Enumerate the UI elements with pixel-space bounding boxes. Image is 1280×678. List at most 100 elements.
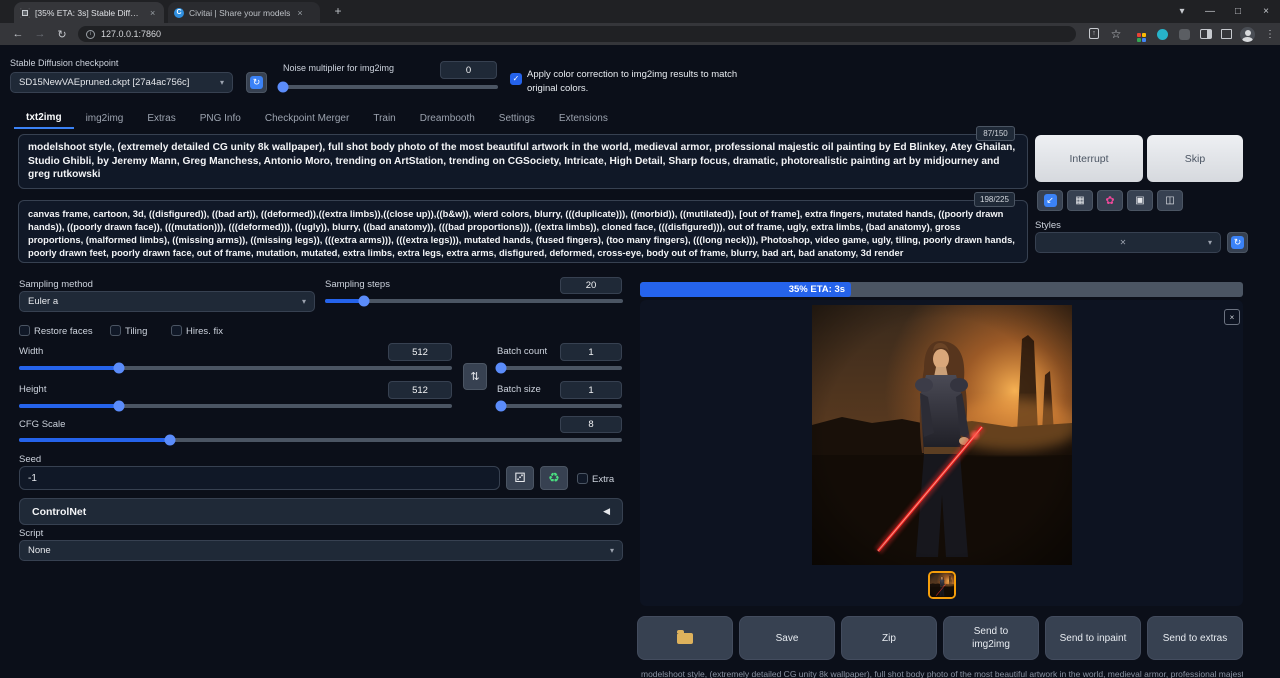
restore-faces-checkbox[interactable] [19,325,30,336]
chevron-down-icon: ▾ [610,546,614,555]
window-chevron-icon[interactable]: ▾ [1168,0,1196,22]
cfg-scale-slider[interactable] [19,438,622,442]
sampling-method-value: Euler a [28,296,58,307]
batch-count-value[interactable]: 1 [560,343,622,361]
reuse-seed-button[interactable]: ♻ [540,466,568,490]
height-slider[interactable] [19,404,452,408]
swap-dimensions-button[interactable]: ⇅ [463,363,487,390]
script-value: None [28,545,51,556]
cfg-scale-value[interactable]: 8 [560,416,622,433]
height-value[interactable]: 512 [388,381,452,399]
tiling-checkbox[interactable] [110,325,121,336]
save-button[interactable]: Save [739,616,835,660]
width-value[interactable]: 512 [388,343,452,361]
apps-grid-glyph [1137,33,1146,42]
batch-size-slider[interactable] [497,404,622,408]
palette-button[interactable]: ✿ [1097,190,1123,211]
output-actions: Save Zip Send to img2img Send to inpaint… [637,616,1243,660]
send-to-inpaint-button[interactable]: Send to inpaint [1045,616,1141,660]
paste-generation-params-button[interactable]: ↙ [1037,190,1063,211]
interrupt-button[interactable]: Interrupt [1035,135,1143,182]
clear-icon[interactable]: ✕ [1120,238,1133,247]
generation-progress-bar: 35% ETA: 3s [640,282,1243,297]
sampling-steps-value[interactable]: 20 [560,277,622,294]
sidebar-panel-icon[interactable] [1200,29,1212,39]
forward-icon[interactable]: → [32,26,48,42]
window-minimize-button[interactable]: — [1196,0,1224,22]
checkpoint-dropdown[interactable]: SD15NewVAEpruned.ckpt [27a4ac756c] ▾ [10,72,233,93]
open-output-folder-button[interactable] [637,616,733,660]
apply-style-icon: ▣ [1135,195,1144,206]
styles-dropdown[interactable]: ✕ ▾ [1035,232,1221,253]
site-info-icon[interactable]: i [86,30,95,39]
styles-refresh-button[interactable]: ↻ [1227,232,1248,253]
browser-tab-title: [35% ETA: 3s] Stable Diffusion [35,8,143,18]
bookmark-star-icon[interactable]: ☆ [1108,26,1124,42]
back-icon[interactable]: ← [10,26,26,42]
browser-tab-active[interactable]: [35% ETA: 3s] Stable Diffusion × [14,2,164,23]
negative-token-counter: 198/225 [974,192,1015,207]
new-tab-button[interactable]: + [330,4,346,20]
window-close-button[interactable]: × [1252,0,1280,22]
tab-close-icon[interactable]: × [150,8,155,18]
apply-style-button[interactable]: ▣ [1127,190,1153,211]
sampling-steps-slider[interactable] [325,299,623,303]
sampling-steps-label: Sampling steps [325,279,390,290]
collapse-arrow-icon: ◀ [603,506,610,517]
batch-count-slider[interactable] [497,366,622,370]
noise-multiplier-slider[interactable] [281,85,498,89]
width-label: Width [19,346,43,357]
tab-extensions[interactable]: Extensions [547,109,620,128]
chevron-down-icon: ▾ [1208,238,1212,247]
extension-dark-icon[interactable] [1179,29,1190,40]
sampling-method-dropdown[interactable]: Euler a ▾ [19,291,315,312]
send-to-extras-button[interactable]: Send to extras [1147,616,1243,660]
tab-extras[interactable]: Extras [135,109,187,128]
window-maximize-button[interactable]: □ [1224,0,1252,22]
gallery-thumbnail-selected[interactable] [928,571,956,599]
tiling-label: Tiling [125,326,147,337]
zip-button[interactable]: Zip [841,616,937,660]
tab-txt2img[interactable]: txt2img [14,108,74,129]
tab-dreambooth[interactable]: Dreambooth [408,109,487,128]
hires-fix-checkbox[interactable] [171,325,182,336]
tab-png-info[interactable]: PNG Info [188,109,253,128]
save-style-button[interactable]: ◫ [1157,190,1183,211]
extra-networks-button[interactable]: ▦ [1067,190,1093,211]
tab-checkpoint-merger[interactable]: Checkpoint Merger [253,109,361,128]
batch-size-value[interactable]: 1 [560,381,622,399]
menu-kebab-icon[interactable]: ⋮ [1262,26,1278,42]
checkpoint-refresh-button[interactable]: ↻ [246,72,267,93]
cfg-scale-label: CFG Scale [19,419,65,430]
address-bar[interactable]: i 127.0.0.1:7860 [78,26,1076,42]
tab-close-icon[interactable]: × [297,8,302,18]
reload-icon[interactable]: ↻ [54,26,70,42]
send-to-img2img-button[interactable]: Send to img2img [943,616,1039,660]
color-correction-checkbox[interactable]: ✓ [510,73,522,85]
random-seed-button[interactable]: ⚂ [506,466,534,490]
width-slider[interactable] [19,366,452,370]
generated-image-preview[interactable] [812,305,1072,565]
tab-img2img[interactable]: img2img [74,109,136,128]
dice-icon: ⚂ [514,470,525,486]
negative-prompt-input[interactable]: canvas frame, cartoon, 3d, ((disfigured)… [18,200,1028,263]
profile-avatar[interactable] [1240,27,1255,42]
tab-train[interactable]: Train [361,109,407,128]
main-tab-nav: txt2img img2img Extras PNG Info Checkpoi… [14,106,620,130]
script-dropdown[interactable]: None ▾ [19,540,623,561]
checkpoint-label: Stable Diffusion checkpoint [10,58,118,68]
skip-button[interactable]: Skip [1147,135,1243,182]
noise-multiplier-label: Noise multiplier for img2img [283,63,394,73]
browser-tab-civitai[interactable]: C Civitai | Share your models × [168,2,320,23]
close-icon[interactable]: × [1224,309,1240,325]
extension-teal-icon[interactable] [1157,29,1168,40]
controlnet-accordion[interactable]: ControlNet ◀ [19,498,623,525]
seed-extra-checkbox[interactable] [577,473,588,484]
noise-multiplier-value[interactable]: 0 [440,61,497,79]
tab-settings[interactable]: Settings [487,109,547,128]
share-icon[interactable]: ↑ [1089,28,1099,39]
seed-input[interactable] [19,466,500,490]
windows-icon[interactable] [1221,29,1232,39]
prompt-input[interactable]: modelshoot style, (extremely detailed CG… [18,134,1028,189]
apps-grid-icon[interactable] [1133,29,1149,45]
